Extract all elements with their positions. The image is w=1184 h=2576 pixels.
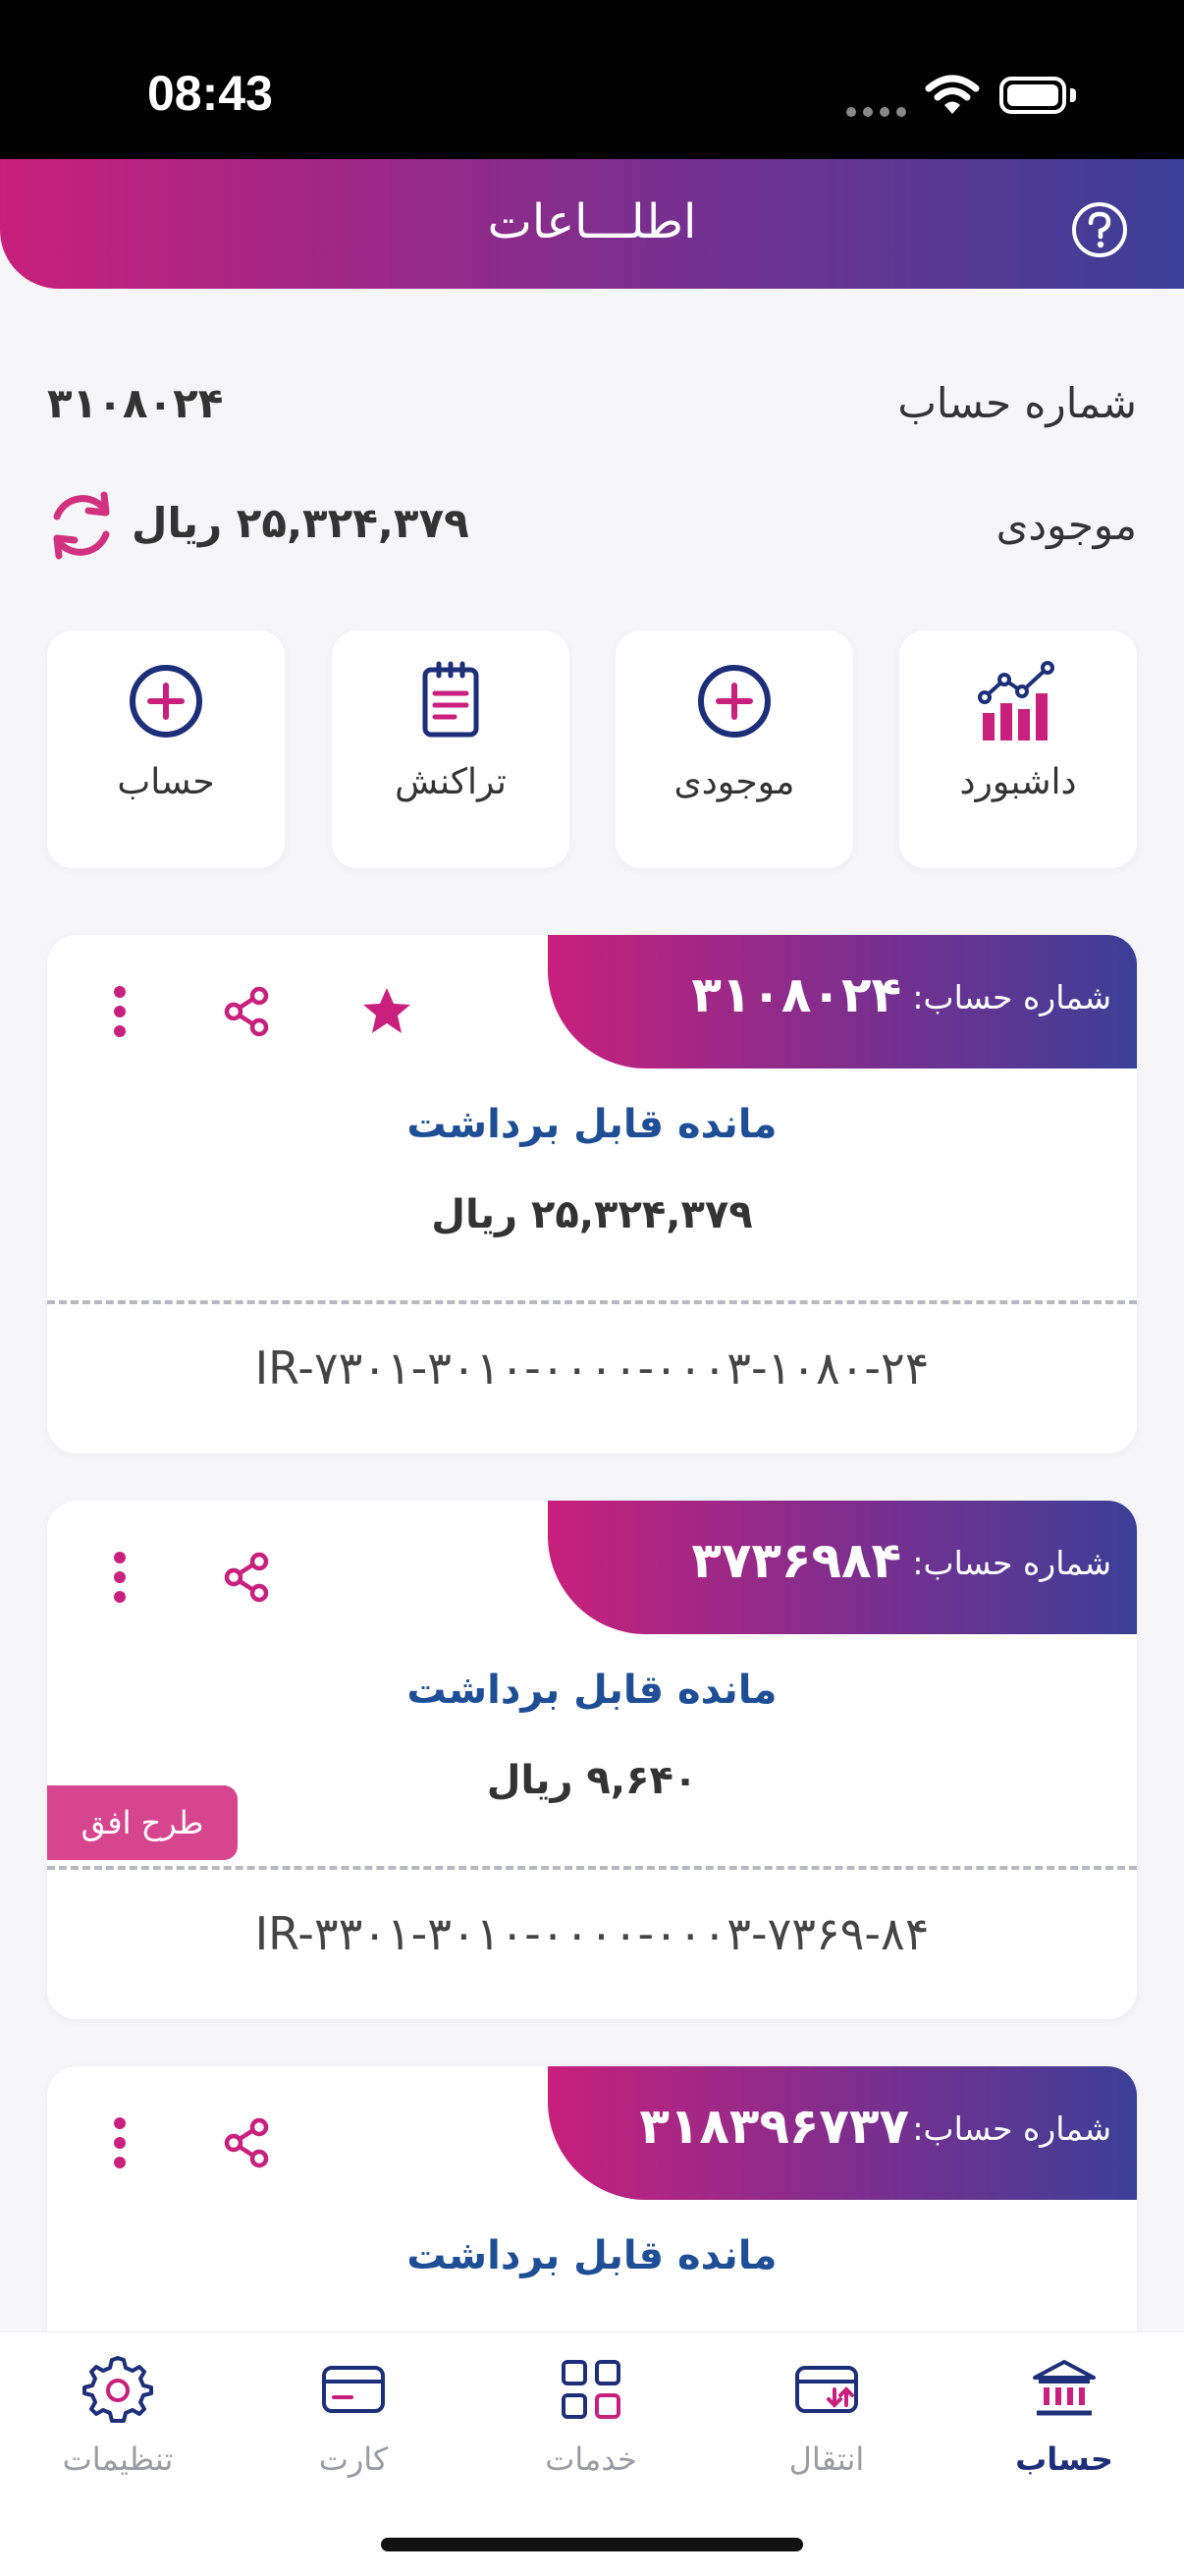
more-menu-icon[interactable] (108, 1548, 132, 1607)
card-header: شماره حساب: ۳۷۳۶۹۸۴ (548, 1501, 1137, 1634)
iban: IR-۷۳۰۱-۳۰۱۰-۰۰۰۰-۰۰۰۳-۱۰۸۰-۲۴ (254, 1342, 930, 1395)
card-header: شماره حساب: ۳۱۸۳۹۶۷۳۷ (548, 2066, 1137, 2200)
services-grid-icon (562, 2360, 620, 2419)
nav-label: کارت (318, 2440, 389, 2478)
plan-badge: طرح افق (47, 1785, 238, 1860)
nav-services[interactable]: خدمات (483, 2354, 699, 2501)
card-account-label: شماره حساب: (912, 2110, 1111, 2148)
balance-amount: ۲۵,۳۲۴,۳۷۹ ریال (431, 1192, 753, 1237)
status-bar: 08:43 (0, 0, 1184, 159)
dashboard-chart-icon (978, 661, 1054, 740)
home-indicator (381, 2538, 803, 2551)
transfer-icon (795, 2366, 858, 2413)
nav-label: انتقال (788, 2440, 865, 2478)
share-icon[interactable] (220, 1550, 275, 1605)
card-icon (322, 2366, 385, 2413)
add-circle-icon (130, 665, 202, 738)
card-account-number: ۳۱۸۳۹۶۷۳۷ (639, 2098, 909, 2155)
battery-icon (999, 77, 1066, 114)
share-icon[interactable] (220, 984, 275, 1039)
balance-title: مانده قابل برداشت (406, 2233, 778, 2278)
transaction-list-icon (422, 661, 479, 738)
action-label: موجودی (673, 762, 795, 802)
action-label: تراکنش (395, 762, 507, 802)
balance-label: موجودی (996, 501, 1137, 549)
share-icon[interactable] (220, 2115, 275, 2170)
action-transaction[interactable]: تراکنش (332, 630, 569, 868)
nav-transfer[interactable]: انتقال (719, 2354, 935, 2501)
refresh-icon[interactable] (43, 487, 120, 564)
card-account-label: شماره حساب: (912, 978, 1111, 1016)
action-account[interactable]: حساب (47, 630, 285, 868)
wifi-icon (925, 75, 980, 114)
divider (47, 1300, 1137, 1304)
nav-card[interactable]: کارت (245, 2354, 461, 2501)
nav-settings[interactable]: تنظیمات (10, 2354, 226, 2501)
iban: IR-۳۳۰۱-۳۰۱۰-۰۰۰۰-۰۰۰۳-۷۳۶۹-۸۴ (254, 1907, 930, 1960)
balance-title: مانده قابل برداشت (406, 1102, 778, 1147)
bank-icon (1033, 2360, 1096, 2416)
add-circle-icon (698, 665, 771, 738)
account-card[interactable]: شماره حساب: ۳۱۰۸۰۲۴ مانده قابل برداشت ۲۵… (47, 935, 1137, 1453)
card-account-label: شماره حساب: (912, 1544, 1111, 1582)
battery-cap (1070, 88, 1076, 102)
status-time: 08:43 (147, 66, 273, 121)
action-balance[interactable]: موجودی (616, 630, 853, 868)
account-card[interactable]: شماره حساب: ۳۷۳۶۹۸۴ مانده قابل برداشت ۹,… (47, 1501, 1137, 2019)
settings-gear-icon (82, 2356, 153, 2423)
action-label: حساب (117, 762, 215, 802)
nav-label: تنظیمات (62, 2440, 174, 2478)
more-menu-icon[interactable] (108, 2113, 132, 2172)
favorite-star-icon[interactable] (359, 984, 414, 1039)
app-header: اطلـــاعات (0, 159, 1184, 289)
card-account-number: ۳۱۰۸۰۲۴ (691, 966, 901, 1023)
action-dashboard[interactable]: داشبورد (899, 630, 1137, 868)
divider (47, 1866, 1137, 1870)
signal-icon (846, 102, 913, 121)
card-header: شماره حساب: ۳۱۰۸۰۲۴ (548, 935, 1137, 1069)
more-menu-icon[interactable] (108, 982, 132, 1041)
nav-label: خدمات (545, 2440, 637, 2478)
account-number: ۳۱۰۸۰۲۴ (47, 379, 224, 427)
nav-label: حساب (1015, 2440, 1113, 2478)
card-account-number: ۳۷۳۶۹۸۴ (691, 1532, 901, 1589)
page-title: اطلـــاعات (487, 194, 697, 249)
help-circle-icon[interactable] (1070, 200, 1129, 259)
nav-account[interactable]: حساب (956, 2354, 1172, 2501)
account-label: شماره حساب (897, 379, 1137, 427)
balance-value: ۲۵,۳۲۴,۳۷۹ ریال (132, 499, 469, 547)
balance-title: مانده قابل برداشت (406, 1668, 778, 1713)
action-label: داشبورد (959, 762, 1077, 802)
